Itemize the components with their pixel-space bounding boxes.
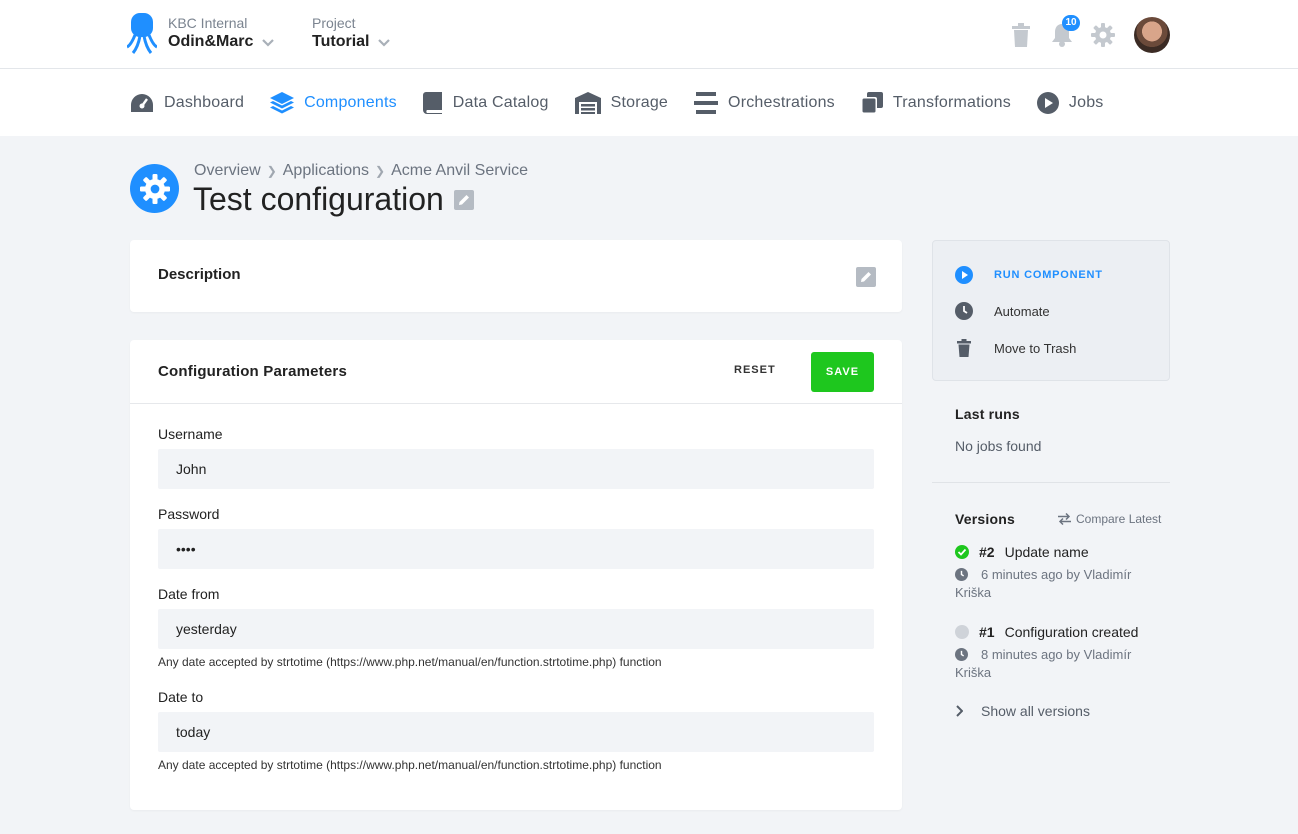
notifications-bell-icon[interactable]: 10 xyxy=(1049,15,1080,48)
edit-pencil-icon[interactable] xyxy=(453,189,474,210)
date-from-label: Date from xyxy=(158,586,220,602)
nav-item-jobs[interactable]: Jobs xyxy=(1036,91,1104,114)
date-from-field[interactable]: yesterday xyxy=(158,609,874,649)
nav-label: Jobs xyxy=(1068,93,1104,111)
notification-count-badge: 10 xyxy=(1062,15,1080,31)
version-number: #1 xyxy=(979,624,995,640)
run-component-button[interactable]: RUN COMPONENT xyxy=(955,266,1103,284)
reset-button[interactable]: RESET xyxy=(734,364,776,376)
automate-button[interactable]: Automate xyxy=(955,302,1050,320)
date-to-help: Any date accepted by strtotime (https://… xyxy=(158,758,662,772)
version-item[interactable]: #2 Update name 6 minutes ago by Vladimír… xyxy=(955,544,1170,602)
configuration-parameters-card: Configuration Parameters RESET SAVE User… xyxy=(130,340,902,810)
keboola-logo-icon[interactable] xyxy=(127,13,157,55)
username-label: Username xyxy=(158,426,223,442)
trash-icon[interactable] xyxy=(1008,22,1034,48)
date-from-help: Any date accepted by strtotime (https://… xyxy=(158,655,662,669)
chevron-right-icon: ❯ xyxy=(375,164,386,178)
nav-label: Storage xyxy=(610,93,669,111)
org-name: Odin&Marc xyxy=(168,33,254,50)
move-to-trash-button[interactable]: Move to Trash xyxy=(955,339,1076,357)
settings-gear-icon[interactable] xyxy=(1090,22,1116,48)
copy-icon xyxy=(860,91,883,114)
clock-icon xyxy=(955,302,973,320)
component-gear-icon xyxy=(130,164,179,213)
password-field[interactable]: •••• xyxy=(158,529,874,569)
nav-label: Orchestrations xyxy=(728,93,835,111)
breadcrumb-applications[interactable]: Applications xyxy=(283,162,369,180)
version-name: Configuration created xyxy=(1004,624,1139,640)
nav-label: Transformations xyxy=(892,93,1011,111)
book-icon xyxy=(422,91,442,114)
play-circle-icon xyxy=(1036,91,1059,114)
version-meta: 6 minutes ago by Vladimír Kriška xyxy=(955,567,1132,600)
run-component-label: RUN COMPONENT xyxy=(994,269,1103,281)
username-field[interactable]: John xyxy=(158,449,874,489)
breadcrumb-component[interactable]: Acme Anvil Service xyxy=(391,162,528,180)
nav-label: Data Catalog xyxy=(452,93,549,111)
versions-title: Versions xyxy=(955,511,1015,527)
component-actions-panel: RUN COMPONENT Automate Move to Trash xyxy=(932,240,1170,381)
show-all-versions-link[interactable]: Show all versions xyxy=(955,703,1090,719)
project-label: Project xyxy=(312,15,356,31)
description-title: Description xyxy=(158,266,241,283)
nav-label: Dashboard xyxy=(164,93,245,111)
nav-item-storage[interactable]: Storage xyxy=(574,91,669,114)
check-circle-icon xyxy=(955,545,969,559)
automate-label: Automate xyxy=(994,303,1050,319)
swap-arrows-icon xyxy=(1058,513,1071,525)
password-label: Password xyxy=(158,506,220,522)
chevron-down-icon xyxy=(378,39,391,47)
page-title: Test configuration xyxy=(193,181,444,217)
date-to-field[interactable]: today xyxy=(158,712,874,752)
project-switcher[interactable]: Project Tutorial xyxy=(312,15,391,53)
breadcrumb: Overview ❯ Applications ❯ Acme Anvil Ser… xyxy=(194,162,528,180)
version-number: #2 xyxy=(979,544,995,560)
description-card: Description xyxy=(130,240,902,312)
warehouse-icon xyxy=(574,91,601,114)
org-label: KBC Internal xyxy=(168,15,248,31)
nav-item-transformations[interactable]: Transformations xyxy=(860,91,1011,114)
nav-item-orchestrations[interactable]: Orchestrations xyxy=(694,91,835,114)
save-button[interactable]: SAVE xyxy=(811,352,874,392)
clock-icon xyxy=(955,568,968,581)
clock-icon xyxy=(955,648,968,661)
chevron-right-icon: ❯ xyxy=(266,164,277,178)
play-circle-icon xyxy=(955,266,973,284)
nav-label: Components xyxy=(304,93,397,111)
show-all-versions-label: Show all versions xyxy=(981,703,1090,719)
compare-latest-label: Compare Latest xyxy=(1076,512,1162,526)
edit-pencil-icon[interactable] xyxy=(856,267,876,287)
sidebar-divider xyxy=(932,482,1170,483)
nav-item-components[interactable]: Components xyxy=(270,91,397,114)
trash-icon xyxy=(957,339,971,357)
breadcrumb-overview[interactable]: Overview xyxy=(194,162,261,180)
no-jobs-text: No jobs found xyxy=(955,438,1042,454)
nav-item-data-catalog[interactable]: Data Catalog xyxy=(422,91,549,114)
chevron-down-icon xyxy=(262,39,275,47)
project-name: Tutorial xyxy=(312,33,370,50)
bars-icon xyxy=(694,91,719,114)
version-item[interactable]: #1 Configuration created 8 minutes ago b… xyxy=(955,624,1170,682)
version-meta: 8 minutes ago by Vladimír Kriška xyxy=(955,647,1132,680)
organization-switcher[interactable]: KBC Internal Odin&Marc xyxy=(168,15,275,53)
move-to-trash-label: Move to Trash xyxy=(994,340,1077,356)
chevron-right-icon xyxy=(956,705,963,717)
version-name: Update name xyxy=(1004,544,1089,560)
dashboard-icon xyxy=(131,93,153,112)
last-runs-title: Last runs xyxy=(955,406,1020,422)
compare-latest-button[interactable]: Compare Latest xyxy=(1058,512,1161,526)
inactive-circle-icon xyxy=(955,625,969,639)
nav-item-dashboard[interactable]: Dashboard xyxy=(130,93,244,113)
main-navigation: Dashboard Components Data Catalog Storag… xyxy=(0,69,1298,136)
layers-icon xyxy=(270,91,295,113)
date-to-label: Date to xyxy=(158,689,204,705)
top-header: KBC Internal Odin&Marc Project Tutorial … xyxy=(0,0,1298,69)
user-avatar[interactable] xyxy=(1134,17,1170,53)
configuration-title: Configuration Parameters xyxy=(158,363,348,380)
